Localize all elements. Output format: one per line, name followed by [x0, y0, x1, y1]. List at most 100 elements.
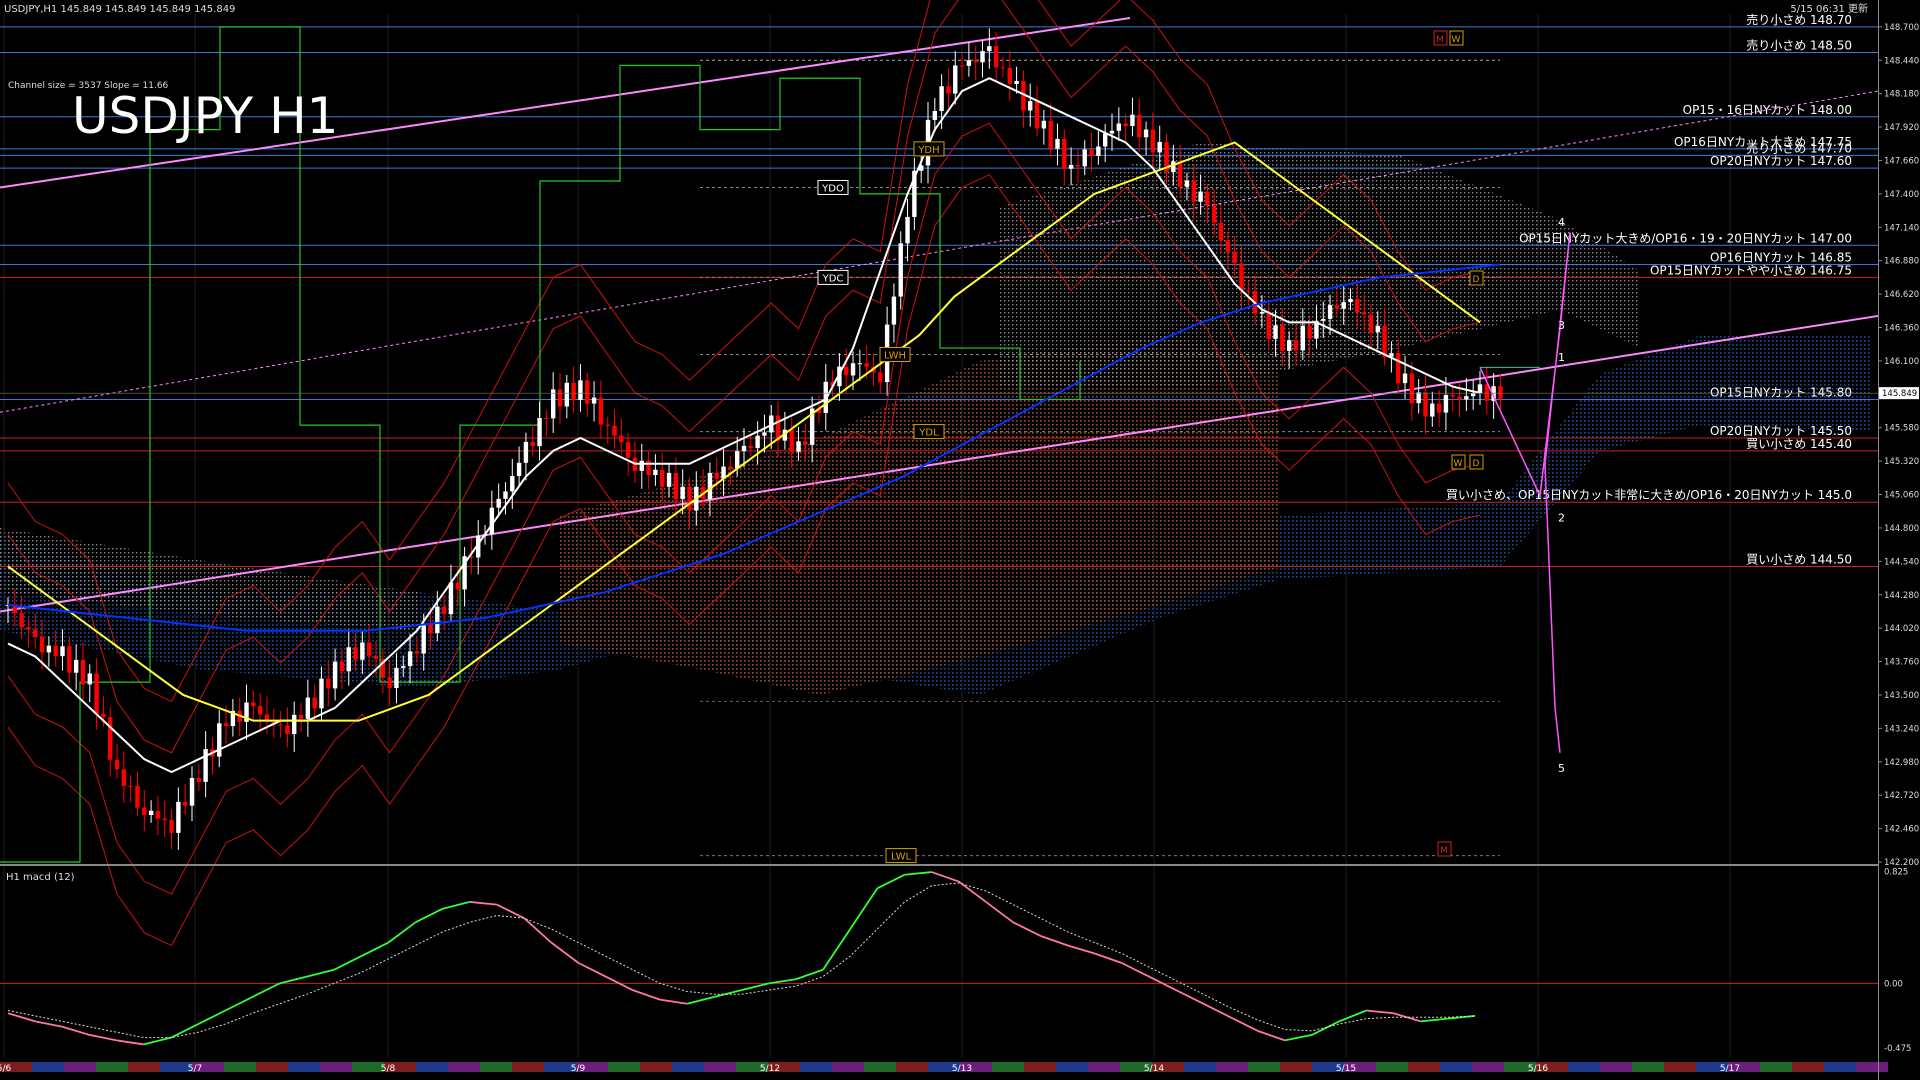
bear-candle — [39, 636, 45, 653]
marker-label: YDC — [822, 273, 844, 284]
marker-label: LWH — [884, 350, 906, 361]
bear-candle — [298, 714, 304, 719]
bear-candle — [1436, 403, 1442, 413]
date-tick-label: 5/12 — [760, 1064, 780, 1074]
bear-candle — [373, 655, 379, 659]
axis-tick-label: 145.580 — [1884, 424, 1919, 434]
bear-candle — [1048, 120, 1053, 149]
bear-candle — [196, 778, 202, 782]
bear-candle — [162, 818, 167, 821]
bear-candle — [1396, 353, 1401, 384]
bear-candle — [1075, 164, 1081, 167]
session-block — [64, 1062, 96, 1072]
session-block — [672, 1062, 704, 1072]
bull-candle — [435, 606, 440, 634]
bull-candle — [680, 486, 685, 500]
bear-candle — [1191, 180, 1196, 202]
bull-candle — [189, 778, 195, 806]
bull-candle — [394, 667, 399, 689]
date-tick-label: 5/13 — [952, 1064, 972, 1074]
session-block — [256, 1062, 288, 1072]
bull-candle — [203, 749, 208, 782]
axis-tick-label: 147.660 — [1884, 156, 1919, 166]
bear-candle — [455, 582, 460, 590]
session-block — [1280, 1062, 1312, 1072]
corner-tag-label: M — [1436, 35, 1444, 45]
axis-tick-label: 145.320 — [1884, 457, 1919, 467]
bear-candle — [1205, 191, 1210, 206]
bull-candle — [305, 697, 311, 719]
bull-candle — [1341, 302, 1346, 309]
bull-candle — [407, 651, 413, 667]
bear-candle — [1062, 138, 1067, 169]
axis-tick-label: 142.720 — [1884, 791, 1919, 801]
bear-candle — [387, 677, 392, 689]
bull-candle — [639, 460, 644, 471]
datetime-label: 5/15 06:31 更新 — [1790, 2, 1868, 15]
bear-candle — [973, 60, 978, 63]
bull-candle — [360, 642, 365, 660]
bear-candle — [441, 606, 447, 615]
axis-tick-label: 144.800 — [1884, 524, 1919, 534]
bear-candle — [1007, 67, 1012, 84]
bull-candle — [707, 472, 713, 500]
bear-candle — [1266, 312, 1271, 339]
bear-candle — [33, 629, 38, 637]
bull-candle — [46, 645, 52, 653]
bull-candle — [1464, 396, 1469, 400]
session-block — [1632, 1062, 1664, 1072]
bear-candle — [428, 624, 433, 634]
session-block — [352, 1062, 384, 1072]
date-tick-label: 5/14 — [1144, 1064, 1164, 1074]
bear-candle — [414, 651, 420, 654]
bear-candle — [714, 472, 719, 479]
bull-candle — [1068, 164, 1074, 169]
bull-candle — [87, 673, 92, 685]
bear-candle — [1498, 386, 1503, 399]
bull-candle — [319, 678, 324, 709]
axis-tick-label: 144.280 — [1884, 591, 1919, 601]
current-price-label: 145.849 — [1882, 389, 1917, 399]
bear-candle — [135, 785, 140, 808]
bull-candle — [401, 666, 406, 668]
date-tick-label: 5/16 — [1528, 1064, 1548, 1074]
marker-label: YDL — [918, 428, 939, 439]
bear-candle — [326, 678, 331, 689]
bull-candle — [891, 296, 897, 325]
session-block — [480, 1062, 512, 1072]
bear-candle — [660, 469, 665, 487]
bull-candle — [1014, 80, 1019, 84]
bear-candle — [1137, 114, 1142, 138]
date-tick-label: 5/15 — [1336, 1064, 1356, 1074]
axis-tick-label: 144.020 — [1884, 624, 1919, 634]
bull-candle — [755, 435, 760, 449]
bull-candle — [73, 659, 79, 673]
axis-tick-label: 147.140 — [1884, 223, 1919, 233]
bear-candle — [530, 441, 535, 447]
session-block — [1664, 1062, 1696, 1072]
bear-candle — [1239, 263, 1244, 291]
bull-candle — [1286, 340, 1292, 351]
bear-candle — [1123, 123, 1128, 127]
bear-candle — [128, 785, 133, 787]
bear-candle — [1089, 149, 1094, 156]
bear-candle — [1361, 312, 1367, 315]
bear-candle — [571, 382, 576, 400]
bear-candle — [257, 706, 263, 715]
bull-candle — [741, 445, 747, 452]
bear-candle — [1218, 222, 1224, 241]
bull-candle — [591, 397, 597, 404]
bull-candle — [332, 661, 338, 689]
axis-tick-label: 146.880 — [1884, 257, 1919, 267]
bear-candle — [1457, 396, 1462, 400]
session-block — [1760, 1062, 1792, 1072]
wave-label: 1 — [1558, 351, 1565, 364]
bear-candle — [748, 445, 754, 449]
bull-candle — [550, 389, 556, 419]
marker-label: LWL — [891, 852, 912, 863]
session-block — [32, 1062, 64, 1072]
chart-canvas[interactable]: 売り小さめ 148.70売り小さめ 148.50OP15・16日NYカット 14… — [0, 0, 1920, 1080]
corner-tag-label: D — [1473, 275, 1480, 285]
bear-candle — [1293, 340, 1299, 351]
session-block — [96, 1062, 128, 1072]
